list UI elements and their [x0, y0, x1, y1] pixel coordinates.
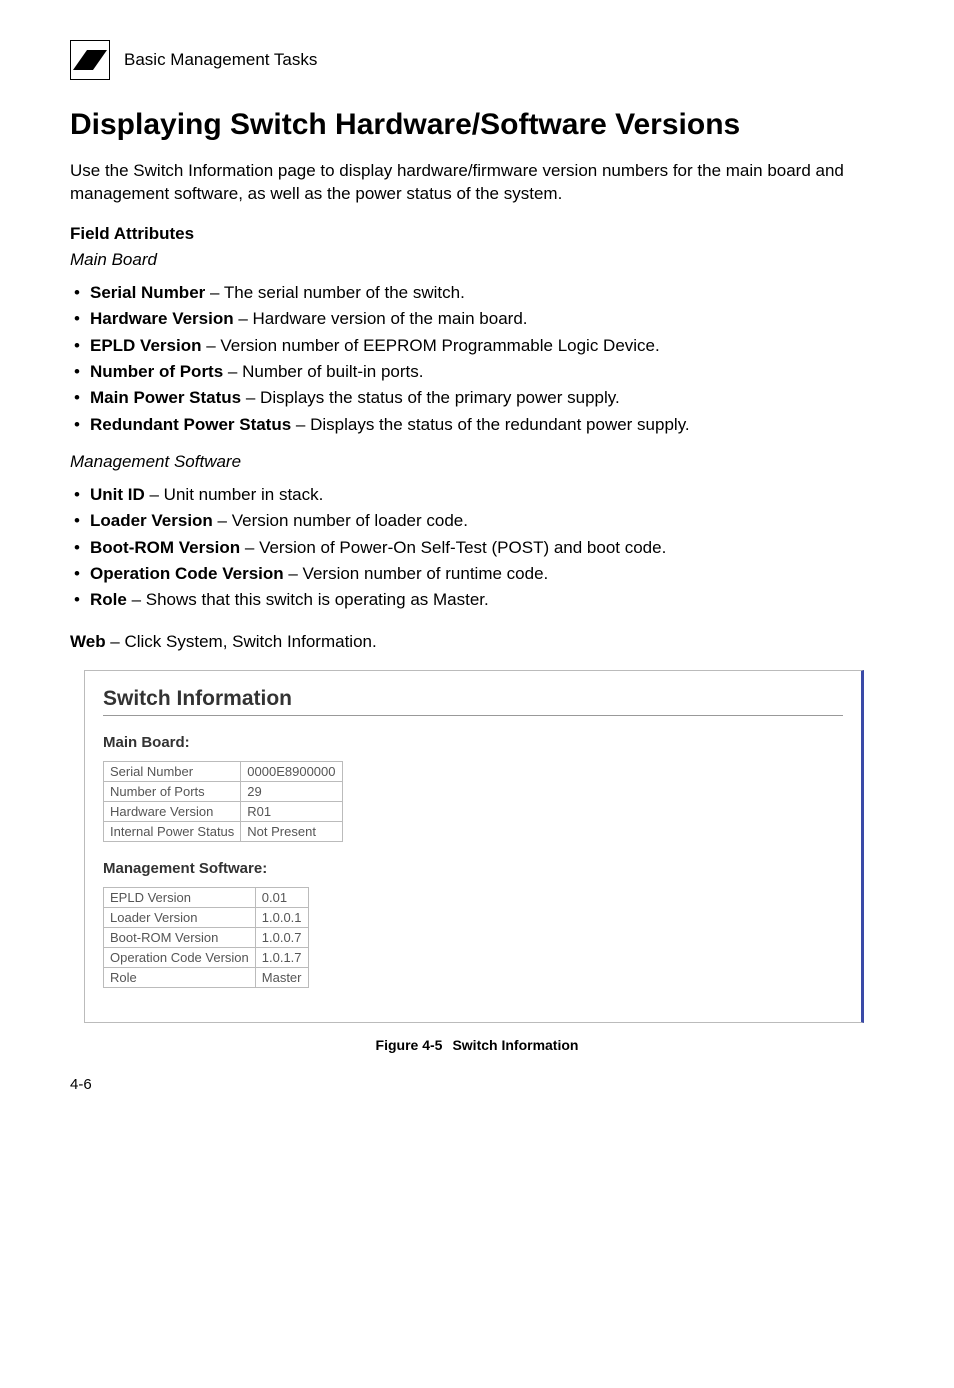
list-item: Serial Number – The serial number of the… [70, 280, 884, 306]
attr-name: Redundant Power Status [90, 415, 291, 434]
table-row: RoleMaster [104, 967, 309, 987]
cell-label: Internal Power Status [104, 821, 241, 841]
attr-desc: – Hardware version of the main board. [234, 309, 528, 328]
attr-name: Role [90, 590, 127, 609]
attr-name: Number of Ports [90, 362, 223, 381]
attr-desc: – Version number of EEPROM Programmable … [201, 336, 659, 355]
switch-information-panel: Switch Information Main Board: Serial Nu… [84, 670, 864, 1023]
attr-desc: – Version number of loader code. [213, 511, 468, 530]
table-row: EPLD Version0.01 [104, 887, 309, 907]
cell-label: Operation Code Version [104, 947, 256, 967]
figure-title: Switch Information [452, 1037, 578, 1053]
list-item: Unit ID – Unit number in stack. [70, 482, 884, 508]
list-item: Main Power Status – Displays the status … [70, 385, 884, 411]
cell-label: Number of Ports [104, 781, 241, 801]
attr-desc: – Shows that this switch is operating as… [127, 590, 489, 609]
attr-name: EPLD Version [90, 336, 201, 355]
group-mgmt-software-heading: Management Software [70, 452, 884, 472]
web-instruction: Web – Click System, Switch Information. [70, 632, 884, 652]
cell-value: 1.0.0.7 [255, 927, 308, 947]
main-board-attr-list: Serial Number – The serial number of the… [70, 280, 884, 438]
attr-name: Serial Number [90, 283, 205, 302]
intro-paragraph: Use the Switch Information page to displ… [70, 160, 884, 206]
attr-name: Unit ID [90, 485, 145, 504]
list-item: Hardware Version – Hardware version of t… [70, 306, 884, 332]
cell-value: Master [255, 967, 308, 987]
panel-title: Switch Information [103, 687, 843, 716]
list-item: Operation Code Version – Version number … [70, 561, 884, 587]
chapter-icon [70, 40, 110, 80]
cell-value: 29 [241, 781, 342, 801]
main-board-subhead: Main Board: [103, 734, 843, 751]
page-number: 4-6 [70, 1076, 92, 1093]
table-row: Number of Ports29 [104, 781, 343, 801]
cell-label: Role [104, 967, 256, 987]
cell-value: 0.01 [255, 887, 308, 907]
attr-name: Hardware Version [90, 309, 234, 328]
cell-label: EPLD Version [104, 887, 256, 907]
list-item: EPLD Version – Version number of EEPROM … [70, 333, 884, 359]
attr-desc: – Displays the status of the redundant p… [291, 415, 689, 434]
attr-desc: – Version number of runtime code. [284, 564, 549, 583]
table-row: Internal Power StatusNot Present [104, 821, 343, 841]
cell-label: Boot-ROM Version [104, 927, 256, 947]
attr-desc: – Unit number in stack. [145, 485, 324, 504]
list-item: Redundant Power Status – Displays the st… [70, 412, 884, 438]
page-title: Displaying Switch Hardware/Software Vers… [70, 108, 884, 142]
cell-label: Loader Version [104, 907, 256, 927]
cell-label: Serial Number [104, 761, 241, 781]
web-rest: – Click System, Switch Information. [106, 632, 377, 651]
mgmt-software-table: EPLD Version0.01 Loader Version1.0.0.1 B… [103, 887, 309, 988]
list-item: Role – Shows that this switch is operati… [70, 587, 884, 613]
figure-caption: Figure 4-5 Switch Information [70, 1037, 884, 1053]
list-item: Loader Version – Version number of loade… [70, 508, 884, 534]
page-header: Basic Management Tasks [70, 40, 884, 80]
attr-name: Main Power Status [90, 388, 241, 407]
cell-value: Not Present [241, 821, 342, 841]
table-row: Hardware VersionR01 [104, 801, 343, 821]
attr-desc: – Displays the status of the primary pow… [241, 388, 620, 407]
mgmt-software-attr-list: Unit ID – Unit number in stack. Loader V… [70, 482, 884, 614]
table-row: Boot-ROM Version1.0.0.7 [104, 927, 309, 947]
attr-name: Loader Version [90, 511, 213, 530]
figure-label: Figure 4-5 [376, 1037, 443, 1053]
cell-value: 0000E8900000 [241, 761, 342, 781]
attr-desc: – The serial number of the switch. [205, 283, 465, 302]
section-name: Basic Management Tasks [124, 50, 317, 70]
attr-name: Operation Code Version [90, 564, 284, 583]
table-row: Operation Code Version1.0.1.7 [104, 947, 309, 967]
list-item: Number of Ports – Number of built-in por… [70, 359, 884, 385]
list-item: Boot-ROM Version – Version of Power-On S… [70, 535, 884, 561]
cell-value: R01 [241, 801, 342, 821]
table-row: Loader Version1.0.0.1 [104, 907, 309, 927]
mgmt-software-subhead: Management Software: [103, 860, 843, 877]
group-main-board-heading: Main Board [70, 250, 884, 270]
cell-label: Hardware Version [104, 801, 241, 821]
attr-desc: – Number of built-in ports. [223, 362, 423, 381]
main-board-table: Serial Number0000E8900000 Number of Port… [103, 761, 343, 842]
cell-value: 1.0.1.7 [255, 947, 308, 967]
web-lead: Web [70, 632, 106, 651]
field-attributes-heading: Field Attributes [70, 224, 884, 244]
attr-desc: – Version of Power-On Self-Test (POST) a… [240, 538, 666, 557]
cell-value: 1.0.0.1 [255, 907, 308, 927]
table-row: Serial Number0000E8900000 [104, 761, 343, 781]
attr-name: Boot-ROM Version [90, 538, 240, 557]
